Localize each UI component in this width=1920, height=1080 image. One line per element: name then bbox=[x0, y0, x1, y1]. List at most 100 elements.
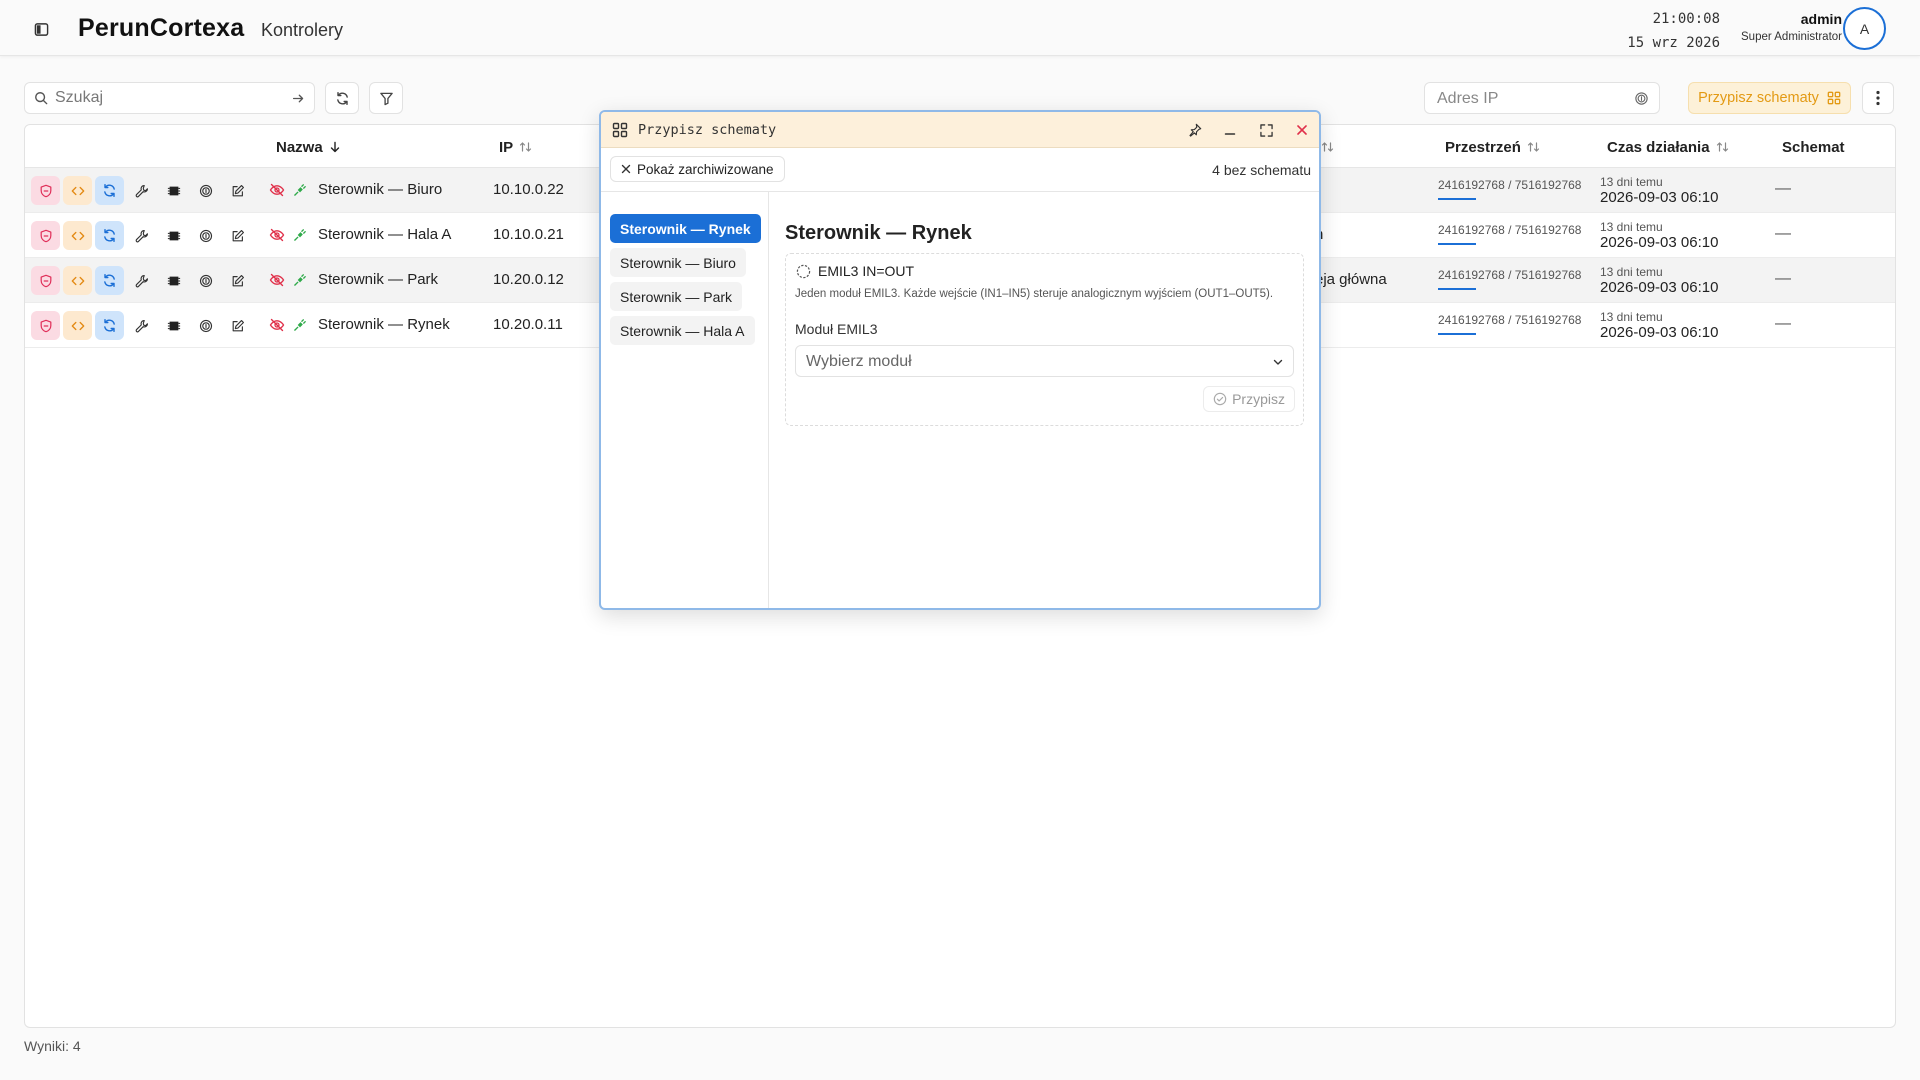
sidebar-toggle-button[interactable] bbox=[28, 16, 54, 42]
fingerprint-icon bbox=[199, 229, 213, 243]
refresh-button[interactable] bbox=[325, 82, 359, 114]
clock: 21:00:08 15 wrz 2026 bbox=[1600, 7, 1720, 55]
row-uptime-date: 2026-09-03 06:10 bbox=[1600, 324, 1719, 341]
column-header-space[interactable]: Przestrzeń bbox=[1445, 135, 1540, 159]
grid-icon bbox=[612, 122, 628, 138]
service-button[interactable] bbox=[127, 176, 156, 205]
more-options-button[interactable] bbox=[1862, 82, 1894, 114]
edit-button[interactable] bbox=[223, 221, 252, 250]
edit-icon bbox=[231, 184, 245, 198]
close-button[interactable] bbox=[1291, 119, 1313, 141]
sync-button[interactable] bbox=[95, 266, 124, 295]
fingerprint-icon bbox=[199, 184, 213, 198]
edit-button[interactable] bbox=[223, 266, 252, 295]
code-button[interactable] bbox=[63, 221, 92, 250]
module-select[interactable]: Wybierz moduł bbox=[795, 345, 1294, 377]
sort-icon bbox=[1321, 141, 1334, 153]
chip-icon bbox=[167, 319, 181, 333]
maximize-icon bbox=[1259, 123, 1273, 137]
space-usage-bar bbox=[1438, 198, 1476, 200]
schema-option-card[interactable]: EMIL3 IN=OUT Jeden moduł EMIL3. Każde we… bbox=[785, 253, 1304, 426]
assign-schemas-dialog: Przypisz schematy Pokaż zarchiwizowane 4… bbox=[599, 110, 1321, 610]
hardware-button[interactable] bbox=[159, 266, 188, 295]
identity-button[interactable] bbox=[191, 176, 220, 205]
controller-item[interactable]: Sterownik — Park bbox=[610, 282, 743, 311]
edit-button[interactable] bbox=[223, 311, 252, 340]
column-header-name[interactable]: Nazwa bbox=[276, 135, 341, 159]
maximize-button[interactable] bbox=[1255, 119, 1277, 141]
row-space: 2416192768 / 7516192768 bbox=[1438, 313, 1581, 335]
dialog-title: Przypisz schematy bbox=[638, 122, 777, 138]
search-box bbox=[24, 82, 315, 114]
sidebar-panel-icon bbox=[34, 22, 49, 37]
row-schema: — bbox=[1775, 180, 1791, 197]
column-header-schema[interactable]: Schemat bbox=[1782, 135, 1845, 159]
sync-button[interactable] bbox=[95, 221, 124, 250]
security-button[interactable] bbox=[31, 176, 60, 205]
column-uptime-label: Czas działania bbox=[1607, 138, 1710, 156]
without-schema-count: 4 bez schematu bbox=[1212, 162, 1311, 178]
hardware-button[interactable] bbox=[159, 311, 188, 340]
identity-button[interactable] bbox=[191, 311, 220, 340]
pin-button[interactable] bbox=[1184, 119, 1206, 141]
identity-button[interactable] bbox=[191, 266, 220, 295]
sync-button[interactable] bbox=[95, 176, 124, 205]
show-archived-button[interactable]: Pokaż zarchiwizowane bbox=[610, 156, 785, 182]
pin-icon bbox=[1188, 123, 1202, 137]
hardware-button[interactable] bbox=[159, 176, 188, 205]
column-header-uptime[interactable]: Czas działania bbox=[1607, 135, 1729, 159]
row-uptime-relative: 13 dni temu bbox=[1600, 265, 1663, 279]
fingerprint-icon bbox=[199, 274, 213, 288]
radio-icon[interactable] bbox=[796, 264, 811, 279]
shield-icon bbox=[39, 229, 53, 243]
column-header-ip[interactable]: IP bbox=[499, 135, 532, 159]
eye-off-icon[interactable] bbox=[269, 317, 285, 333]
row-name: Sterownik — Biuro bbox=[318, 181, 443, 198]
eye-off-icon[interactable] bbox=[269, 182, 285, 198]
grid-icon bbox=[1827, 91, 1841, 105]
filter-button[interactable] bbox=[369, 82, 403, 114]
minimize-button[interactable] bbox=[1219, 119, 1241, 141]
row-uptime-relative: 13 dni temu bbox=[1600, 175, 1663, 189]
selected-controller-title: Sterownik — Rynek bbox=[785, 222, 972, 244]
service-button[interactable] bbox=[127, 221, 156, 250]
dialog-header[interactable]: Przypisz schematy bbox=[601, 112, 1319, 148]
row-name: Sterownik — Rynek bbox=[318, 316, 450, 333]
eye-off-icon[interactable] bbox=[269, 272, 285, 288]
security-button[interactable] bbox=[31, 221, 60, 250]
fingerprint-icon bbox=[199, 319, 213, 333]
avatar[interactable]: A bbox=[1843, 7, 1886, 50]
arrow-right-icon[interactable] bbox=[292, 92, 305, 105]
edit-icon bbox=[231, 274, 245, 288]
column-header-hidden[interactable] bbox=[1321, 135, 1334, 159]
security-button[interactable] bbox=[31, 266, 60, 295]
identity-button[interactable] bbox=[191, 221, 220, 250]
code-button[interactable] bbox=[63, 266, 92, 295]
fingerprint-icon[interactable] bbox=[1634, 91, 1649, 106]
plug-icon bbox=[293, 317, 308, 332]
controller-item[interactable]: Sterownik — Hala A bbox=[610, 316, 755, 345]
eye-off-icon[interactable] bbox=[269, 227, 285, 243]
service-button[interactable] bbox=[127, 266, 156, 295]
assign-button[interactable]: Przypisz bbox=[1203, 386, 1295, 412]
row-space-value: 2416192768 / 7516192768 bbox=[1438, 313, 1582, 327]
service-button[interactable] bbox=[127, 311, 156, 340]
edit-button[interactable] bbox=[223, 176, 252, 205]
code-button[interactable] bbox=[63, 311, 92, 340]
page-title: Kontrolery bbox=[261, 20, 344, 40]
code-button[interactable] bbox=[63, 176, 92, 205]
controller-item[interactable]: Sterownik — Rynek bbox=[610, 214, 761, 243]
edit-icon bbox=[231, 229, 245, 243]
row-location: eja główna bbox=[1315, 271, 1387, 288]
search-input[interactable] bbox=[55, 87, 275, 109]
assign-schemas-button[interactable]: Przypisz schematy bbox=[1688, 82, 1851, 114]
hardware-button[interactable] bbox=[159, 221, 188, 250]
row-uptime-date: 2026-09-03 06:10 bbox=[1600, 234, 1719, 251]
security-button[interactable] bbox=[31, 311, 60, 340]
sync-button[interactable] bbox=[95, 311, 124, 340]
results-count: Wyniki: 4 bbox=[24, 1038, 81, 1054]
ip-address-input[interactable] bbox=[1437, 88, 1617, 110]
search-icon bbox=[34, 91, 48, 105]
controller-item[interactable]: Sterownik — Biuro bbox=[610, 248, 746, 277]
row-name: Sterownik — Hala A bbox=[318, 226, 452, 243]
